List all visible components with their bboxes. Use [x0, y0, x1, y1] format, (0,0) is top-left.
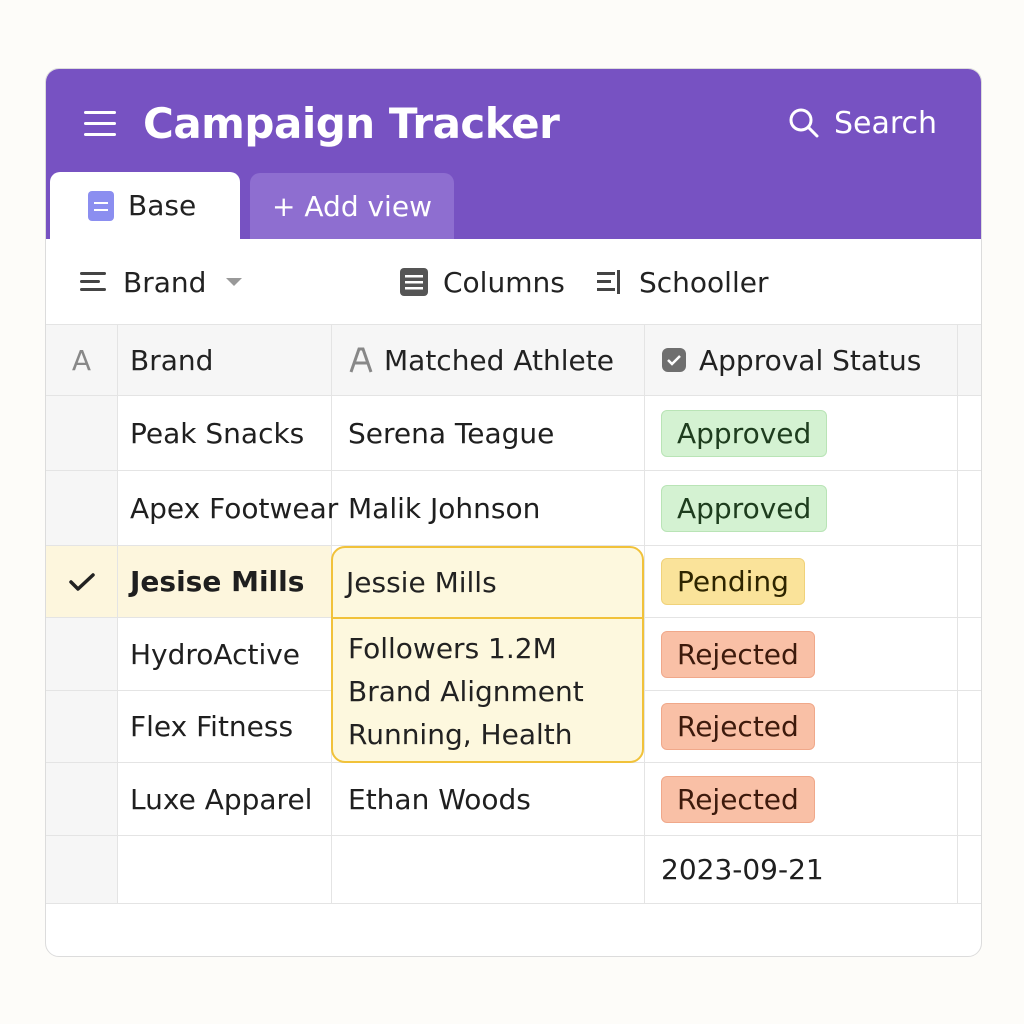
chevron-down-icon — [226, 278, 243, 286]
status-badge: Rejected — [661, 703, 815, 750]
column-header-brand[interactable]: Brand — [118, 325, 332, 395]
brand-cell[interactable]: Jesise Mills — [118, 546, 332, 617]
app-window: Campaign Tracker Search Base + Add view — [45, 68, 982, 957]
athlete-cell[interactable]: Ethan Woods — [332, 763, 645, 835]
table-header-row: A Brand Matched Athlete Approval Status — [46, 325, 981, 396]
status-cell[interactable]: Approved — [645, 471, 958, 545]
status-badge: Rejected — [661, 775, 815, 823]
popup-alignment-label: Brand Alignment — [348, 675, 584, 708]
row-marker[interactable] — [46, 836, 118, 903]
column-header-brand-label: Brand — [130, 343, 214, 377]
document-icon — [88, 190, 114, 221]
schedule-list-icon — [597, 270, 620, 294]
brand-cell[interactable]: Luxe Apparel — [118, 763, 332, 835]
group-by-label: Brand — [123, 265, 207, 299]
extra-cell — [958, 763, 981, 835]
column-header-status[interactable]: Approval Status — [645, 325, 958, 395]
status-cell[interactable]: Approved — [645, 396, 958, 470]
search-button[interactable]: Search — [788, 103, 937, 143]
columns-button[interactable]: Columns — [399, 239, 565, 325]
status-cell[interactable]: Rejected — [645, 691, 958, 762]
athlete-cell[interactable]: Serena Teague — [332, 396, 645, 470]
page-title: Campaign Tracker — [143, 99, 560, 148]
row-marker-header: A — [46, 325, 118, 395]
checkmark-icon — [68, 572, 95, 591]
checkbox-field-icon — [662, 348, 686, 372]
popup-header: Jessie Mills — [333, 548, 642, 619]
brand-cell[interactable]: Peak Snacks — [118, 396, 332, 470]
brand-cell[interactable]: HydroActive — [118, 618, 332, 690]
table-row[interactable]: 2023-09-21 — [46, 836, 981, 904]
tab-base-label: Base — [128, 189, 197, 222]
brand-cell[interactable]: Flex Fitness — [118, 691, 332, 762]
popup-followers: Followers 1.2M — [348, 632, 557, 665]
status-badge: Approved — [661, 484, 828, 532]
table-row[interactable]: Peak Snacks Serena Teague Approved — [46, 396, 981, 471]
date-cell[interactable]: 2023-09-21 — [645, 836, 958, 903]
status-cell[interactable]: Rejected — [645, 763, 958, 835]
extra-cell — [958, 546, 981, 617]
app-header: Campaign Tracker Search Base + Add view — [46, 69, 981, 239]
athlete-cell[interactable]: Malik Johnson — [332, 471, 645, 545]
extra-cell — [958, 691, 981, 762]
extra-cell — [958, 396, 981, 470]
columns-label: Columns — [443, 265, 565, 299]
column-header-athlete[interactable]: Matched Athlete — [332, 325, 645, 395]
brand-cell[interactable]: Apex Footwear — [118, 471, 338, 545]
row-marker[interactable] — [46, 471, 118, 545]
schedule-label: Schooller — [639, 265, 769, 299]
columns-icon — [400, 268, 428, 296]
status-badge: Pending — [661, 558, 805, 605]
extra-cell — [958, 836, 981, 903]
group-lines-icon — [80, 272, 106, 291]
popup-alignment-value: Running, Health — [348, 718, 573, 751]
search-icon — [789, 108, 819, 138]
add-view-tab[interactable]: + Add view — [250, 173, 454, 239]
athlete-cell[interactable] — [332, 836, 645, 903]
column-header-status-label: Approval Status — [699, 343, 922, 377]
row-marker[interactable] — [46, 691, 118, 762]
popup-athlete-name: Jessie Mills — [346, 566, 497, 599]
athlete-detail-popup[interactable]: Jessie Mills Followers 1.2M Brand Alignm… — [331, 546, 644, 763]
hamburger-menu-icon[interactable] — [84, 109, 118, 139]
status-cell[interactable]: Rejected — [645, 618, 958, 690]
toolbar: Brand Columns Schooller — [46, 239, 981, 325]
add-view-label: + Add view — [272, 189, 432, 223]
status-badge: Approved — [661, 409, 828, 457]
status-cell[interactable]: Pending — [645, 546, 958, 617]
row-marker[interactable] — [46, 763, 118, 835]
search-label: Search — [834, 105, 938, 141]
status-badge: Rejected — [661, 630, 815, 678]
extra-cell — [958, 618, 981, 690]
row-marker[interactable] — [46, 618, 118, 690]
link-field-icon — [349, 347, 373, 373]
extra-cell — [958, 471, 981, 545]
schedule-button[interactable]: Schooller — [595, 239, 768, 325]
column-header-athlete-label: Matched Athlete — [384, 343, 614, 377]
group-by-brand-dropdown[interactable]: Brand — [79, 239, 243, 325]
text-field-icon: A — [71, 343, 92, 377]
table-row[interactable]: Apex Footwear Malik Johnson Approved — [46, 471, 981, 546]
tab-base[interactable]: Base — [50, 172, 240, 239]
table-row[interactable]: Luxe Apparel Ethan Woods Rejected — [46, 763, 981, 836]
brand-cell[interactable] — [118, 836, 332, 903]
row-marker[interactable] — [46, 396, 118, 470]
row-marker[interactable] — [46, 546, 118, 617]
column-header-extra — [958, 325, 981, 395]
